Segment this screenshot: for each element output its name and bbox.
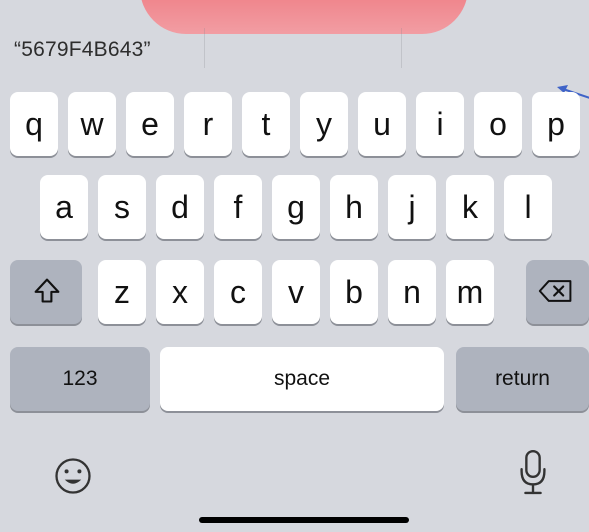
- key-g[interactable]: g: [272, 175, 320, 239]
- key-u[interactable]: u: [358, 92, 406, 156]
- key-d[interactable]: d: [156, 175, 204, 239]
- key-l[interactable]: l: [504, 175, 552, 239]
- delete-icon: [538, 280, 572, 302]
- keyboard-screen: “5679F4B643” q w e r t y u i o p a s d f…: [0, 0, 589, 532]
- suggestion-separator: [401, 28, 402, 68]
- space-key[interactable]: space: [160, 347, 444, 411]
- key-s[interactable]: s: [98, 175, 146, 239]
- suggestion-left[interactable]: “5679F4B643”: [14, 38, 151, 62]
- key-x[interactable]: x: [156, 260, 204, 324]
- return-key[interactable]: return: [456, 347, 589, 411]
- microphone-icon[interactable]: [514, 448, 552, 498]
- shift-key[interactable]: [10, 260, 82, 324]
- key-q[interactable]: q: [10, 92, 58, 156]
- home-indicator: [199, 517, 409, 523]
- key-o[interactable]: o: [474, 92, 522, 156]
- key-n[interactable]: n: [388, 260, 436, 324]
- key-c[interactable]: c: [214, 260, 262, 324]
- key-m[interactable]: m: [446, 260, 494, 324]
- key-i[interactable]: i: [416, 92, 464, 156]
- key-p[interactable]: p: [532, 92, 580, 156]
- key-h[interactable]: h: [330, 175, 378, 239]
- numbers-key[interactable]: 123: [10, 347, 150, 411]
- suggestion-bar: “5679F4B643”: [0, 28, 589, 68]
- key-f[interactable]: f: [214, 175, 262, 239]
- key-k[interactable]: k: [446, 175, 494, 239]
- key-b[interactable]: b: [330, 260, 378, 324]
- key-t[interactable]: t: [242, 92, 290, 156]
- shift-icon: [34, 278, 60, 303]
- key-w[interactable]: w: [68, 92, 116, 156]
- key-a[interactable]: a: [40, 175, 88, 239]
- key-v[interactable]: v: [272, 260, 320, 324]
- key-j[interactable]: j: [388, 175, 436, 239]
- key-y[interactable]: y: [300, 92, 348, 156]
- delete-key[interactable]: [526, 260, 589, 324]
- key-e[interactable]: e: [126, 92, 174, 156]
- key-r[interactable]: r: [184, 92, 232, 156]
- key-z[interactable]: z: [98, 260, 146, 324]
- suggestion-separator: [204, 28, 205, 68]
- emoji-icon[interactable]: [51, 454, 95, 498]
